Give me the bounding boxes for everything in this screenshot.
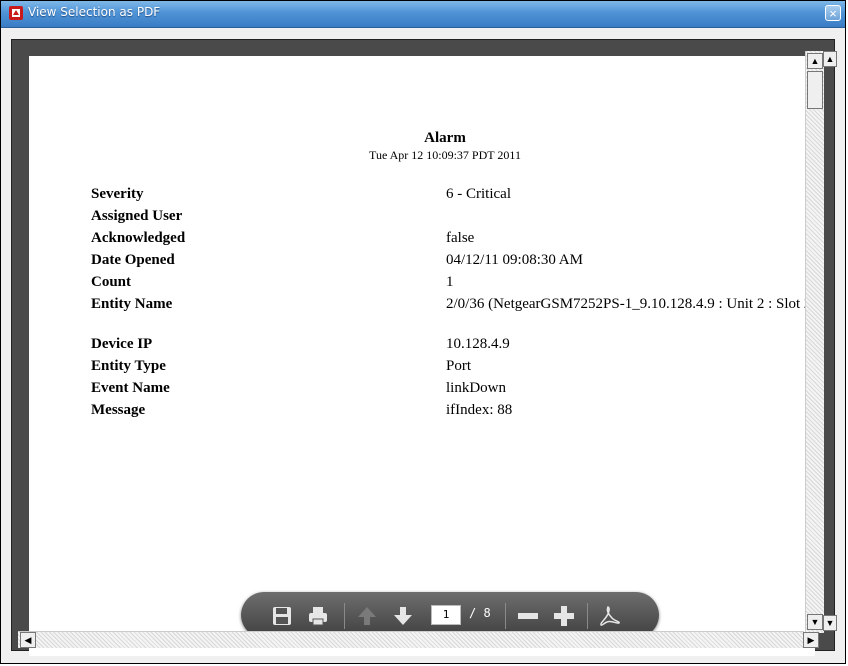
zoom-out-icon[interactable] <box>517 605 539 627</box>
field-label: Assigned User <box>91 208 183 224</box>
field-label: Date Opened <box>91 252 175 268</box>
field-label: Entity Type <box>91 358 166 374</box>
scroll-right-icon[interactable]: ▶ <box>803 632 819 648</box>
title-bar[interactable]: View Selection as PDF × <box>1 1 845 28</box>
scroll-up-icon[interactable]: ▲ <box>807 53 823 69</box>
vertical-scrollbar[interactable]: ▲ ▼ <box>805 51 824 633</box>
outer-scroll-up-icon[interactable]: ▲ <box>823 51 837 67</box>
field-value: 1 <box>446 274 454 290</box>
document-date: Tue Apr 12 10:09:37 PDT 2011 <box>369 148 521 162</box>
zoom-in-icon[interactable] <box>553 605 575 627</box>
toolbar-separator <box>505 603 506 629</box>
close-button[interactable]: × <box>825 5 841 21</box>
scroll-left-icon[interactable]: ◀ <box>20 632 36 648</box>
pdf-dialog: View Selection as PDF × Alarm Tue Apr 12… <box>0 0 846 664</box>
field-label: Acknowledged <box>91 230 186 246</box>
page-down-icon[interactable] <box>392 605 414 627</box>
field-value: 10.128.4.9 <box>446 336 510 352</box>
window-title: View Selection as PDF <box>28 5 161 19</box>
field-label: Device IP <box>91 336 153 352</box>
document-title: Alarm <box>424 130 466 146</box>
pdf-page: Alarm Tue Apr 12 10:09:37 PDT 2011 Sever… <box>29 56 815 656</box>
field-value: false <box>446 230 475 246</box>
field-value: linkDown <box>446 380 506 396</box>
toolbar-separator <box>344 603 345 629</box>
pdf-viewer: Alarm Tue Apr 12 10:09:37 PDT 2011 Sever… <box>11 39 835 656</box>
field-value: 6 - Critical <box>446 186 511 202</box>
horizontal-scrollbar[interactable]: ◀ ▶ <box>18 631 819 648</box>
vertical-scroll-thumb[interactable] <box>807 71 823 109</box>
page-total: / 8 <box>469 606 491 620</box>
page-up-icon[interactable] <box>356 605 378 627</box>
field-value: 04/12/11 09:08:30 AM <box>446 252 583 268</box>
outer-scroll-down-icon[interactable]: ▼ <box>823 615 837 631</box>
save-icon[interactable] <box>271 605 293 627</box>
scroll-down-icon[interactable]: ▼ <box>807 614 823 630</box>
field-value: Port <box>446 358 472 374</box>
field-value: 2/0/36 (NetgearGSM7252PS-1_9.10.128.4.9 … <box>446 296 815 312</box>
toolbar-separator <box>587 603 588 629</box>
field-label: Event Name <box>91 380 170 396</box>
acrobat-icon[interactable] <box>599 605 621 627</box>
field-label: Message <box>91 402 146 418</box>
print-icon[interactable] <box>307 605 329 627</box>
field-label: Count <box>91 274 132 290</box>
field-value: ifIndex: 88 <box>446 402 513 418</box>
pdf-app-icon <box>9 6 23 20</box>
field-label: Severity <box>91 186 144 202</box>
field-label: Entity Name <box>91 296 173 312</box>
page-number-input[interactable]: 1 <box>431 605 461 625</box>
